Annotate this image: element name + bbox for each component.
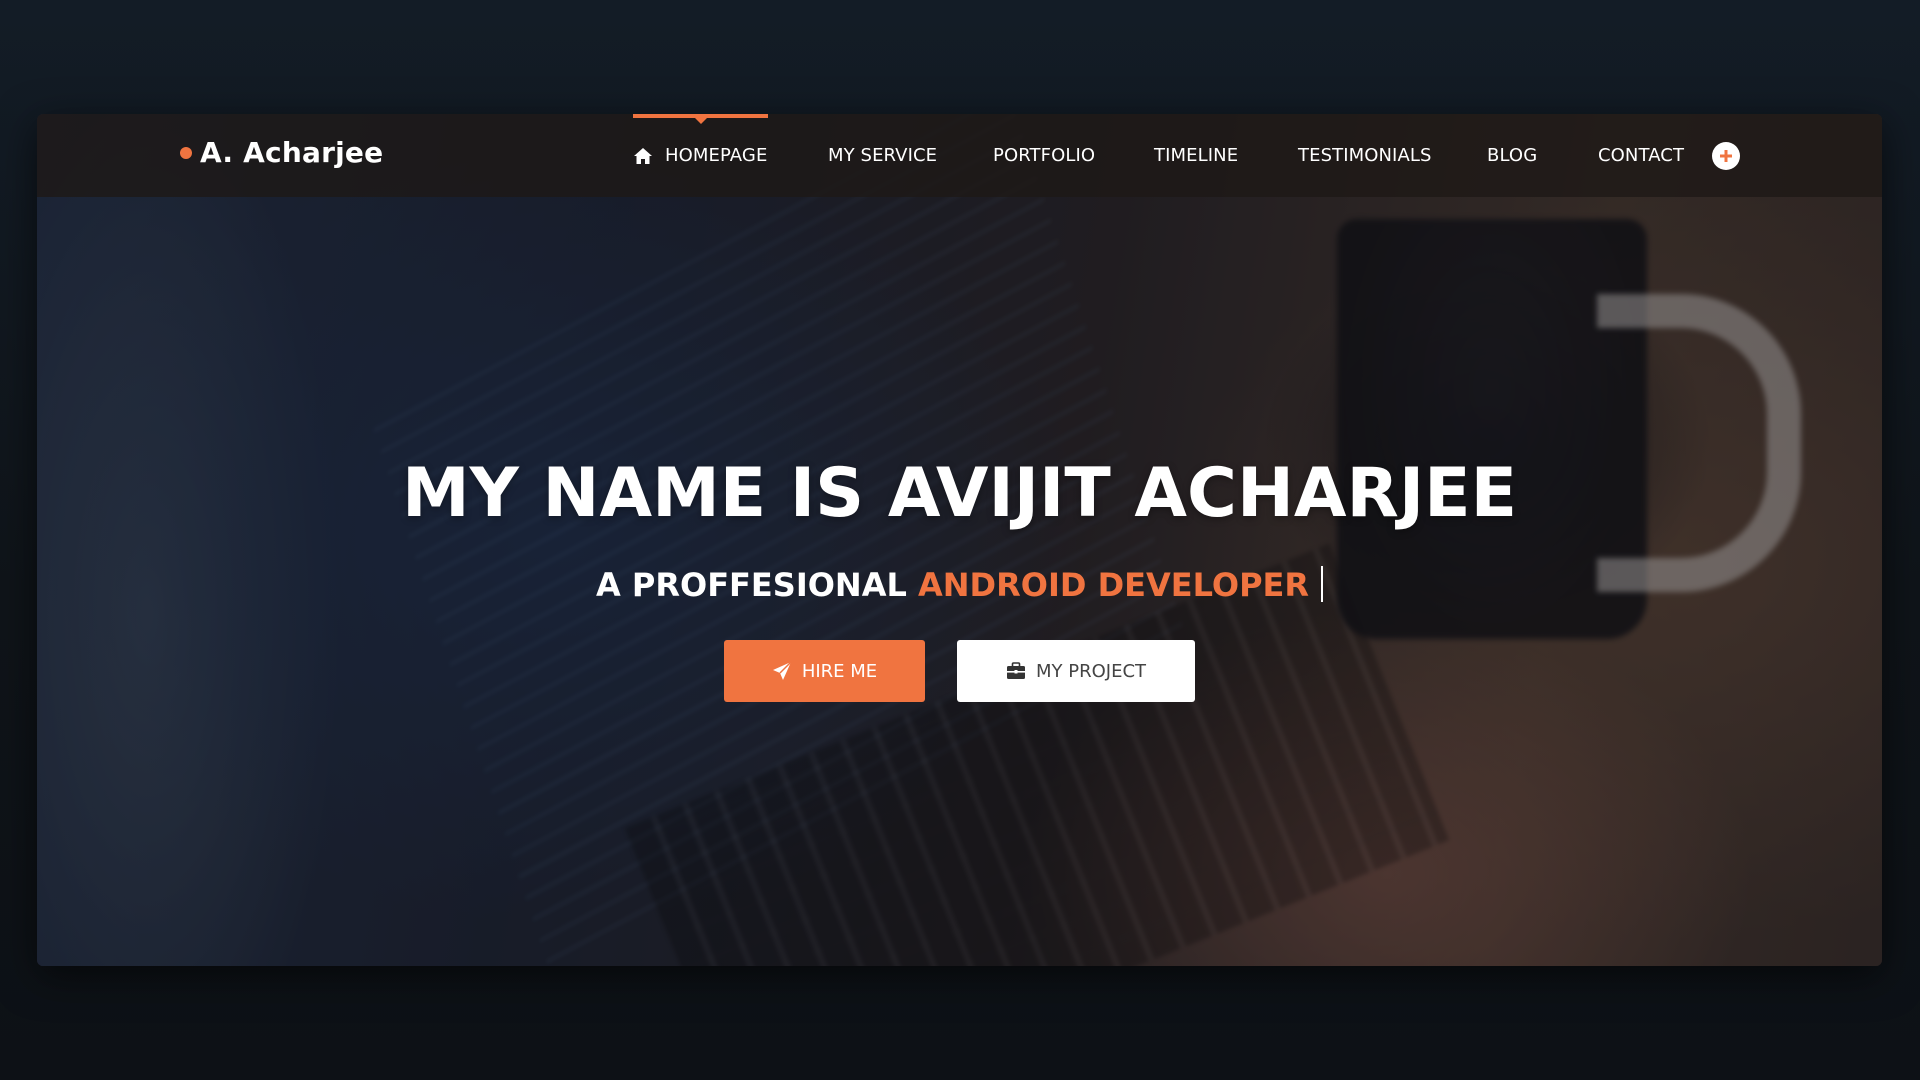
hero-subtitle: A PROFFESIONAL ANDROID DEVELOPER [37, 566, 1882, 604]
plus-icon [1720, 150, 1732, 162]
my-project-button[interactable]: MY PROJECT [957, 640, 1195, 702]
nav-item-portfolio[interactable]: PORTFOLIO [993, 114, 1095, 197]
nav-item-timeline[interactable]: TIMELINE [1154, 114, 1238, 197]
home-icon [634, 147, 652, 164]
nav-item-testimonials[interactable]: TESTIMONIALS [1298, 114, 1432, 197]
nav-item-label: BLOG [1487, 145, 1538, 166]
nav-active-indicator [633, 114, 768, 124]
my-project-label: MY PROJECT [1035, 660, 1147, 682]
nav-item-homepage[interactable]: HOMEPAGE [633, 114, 768, 197]
hero-subtitle-highlight: ANDROID DEVELOPER [918, 566, 1310, 604]
hero-section: MY NAME IS AVIJIT ACHARJEE A PROFFESIONA… [37, 114, 1882, 966]
plus-circle-icon[interactable] [1712, 142, 1740, 170]
nav-item-contact[interactable]: CONTACT [1598, 114, 1684, 197]
nav-item-label: TESTIMONIALS [1298, 145, 1432, 166]
typing-caret [1321, 566, 1324, 602]
nav-item-blog[interactable]: BLOG [1487, 114, 1537, 197]
hero-title: MY NAME IS AVIJIT ACHARJEE [401, 454, 1518, 533]
nav-item-label: PORTFOLIO [993, 145, 1096, 166]
nav-item-my-service[interactable]: MY SERVICE [828, 114, 937, 197]
nav-item-label: HOMEPAGE [665, 145, 768, 166]
top-navbar: A. Acharjee HOMEPAGE MY SERVICE PORTFOLI… [37, 114, 1882, 197]
rocket-icon [772, 661, 792, 680]
browser-window: A. Acharjee HOMEPAGE MY SERVICE PORTFOLI… [37, 114, 1882, 966]
hire-me-button[interactable]: HIRE ME [724, 640, 925, 702]
nav-item-label: MY SERVICE [828, 145, 938, 166]
nav-item-label: CONTACT [1598, 145, 1685, 166]
hire-me-label: HIRE ME [801, 660, 878, 682]
main-nav: HOMEPAGE MY SERVICE PORTFOLIO TIMELINE T… [37, 114, 1882, 197]
hero-subtitle-prefix: A PROFFESIONAL [595, 566, 907, 604]
briefcase-icon [1006, 662, 1025, 679]
nav-item-label: TIMELINE [1154, 145, 1239, 166]
